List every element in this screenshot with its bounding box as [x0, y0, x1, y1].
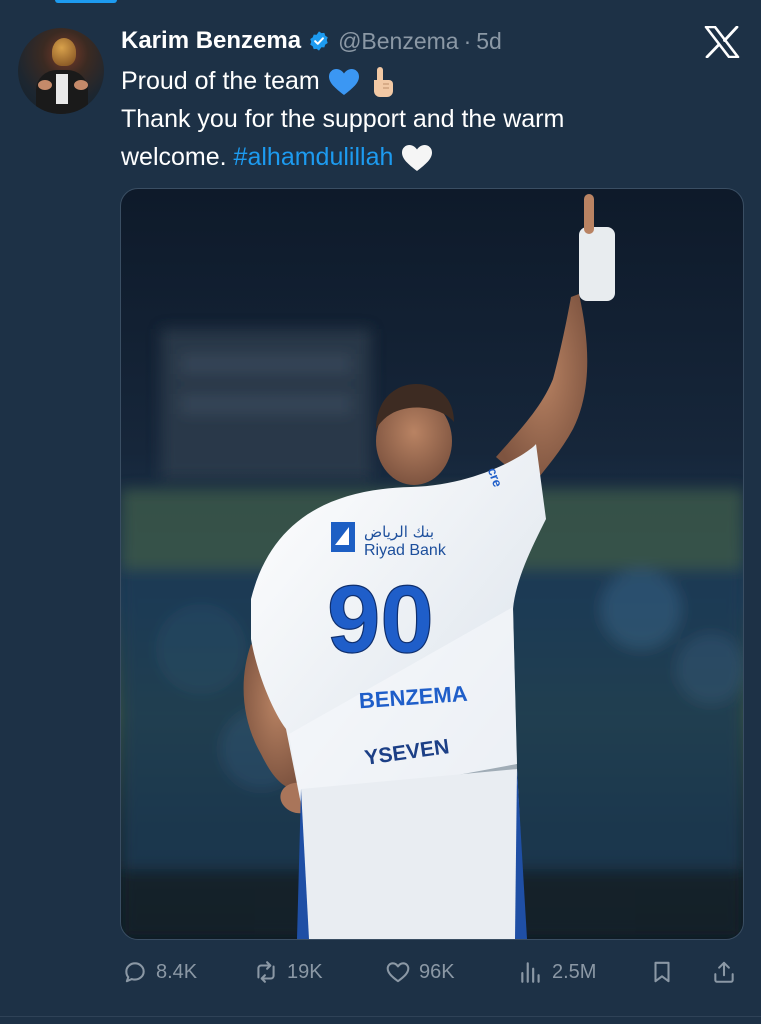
raised-arm — [496, 294, 588, 487]
share-button[interactable] — [711, 950, 737, 994]
repost-count: 19K — [287, 960, 323, 983]
header-separator: · — [463, 27, 472, 54]
sponsor-arabic-text: بنك الرياض — [364, 523, 434, 541]
pointing-up-emoji — [373, 67, 393, 98]
tweet-text-line-3-prefix: welcome. — [121, 143, 234, 171]
wrist-tape — [579, 227, 615, 301]
divider — [0, 1016, 761, 1017]
reply-icon — [125, 962, 145, 983]
tweet-text-line-1: Proud of the team — [121, 62, 721, 100]
bookmark-icon — [654, 961, 670, 983]
player-shorts — [301, 769, 526, 939]
repost-button[interactable]: 19K — [253, 950, 323, 994]
tweet-age[interactable]: 5d — [476, 28, 502, 55]
like-icon — [386, 962, 410, 983]
author-avatar[interactable] — [18, 28, 104, 114]
shirt-number: 90 — [327, 566, 434, 673]
reply-button[interactable]: 8.4K — [122, 950, 197, 994]
photo-scene: بنك الرياض Riyad Bank 90 BENZEMA YSEVEN … — [121, 194, 743, 939]
reply-count: 8.4K — [156, 960, 198, 983]
tweet-photo[interactable]: بنك الرياض Riyad Bank 90 BENZEMA YSEVEN … — [120, 188, 744, 940]
like-button[interactable]: 96K — [385, 950, 455, 994]
blue-heart-emoji — [328, 69, 359, 96]
views-icon — [521, 962, 540, 983]
views-button[interactable]: 2.5M — [518, 950, 596, 994]
share-icon — [714, 961, 734, 983]
top-accent-bar — [55, 0, 117, 3]
raised-finger — [584, 194, 594, 234]
tweet-text-line-1-text: Proud of the team — [121, 67, 320, 95]
avatar-shirt — [56, 74, 68, 104]
tweet-text-line-3: welcome. #alhamdulillah — [121, 138, 721, 176]
repost-icon — [257, 961, 275, 983]
sponsor-text: Riyad Bank — [364, 542, 447, 559]
bookmark-button[interactable] — [649, 950, 675, 994]
hashtag-link[interactable]: #alhamdulillah — [234, 143, 394, 171]
avatar-hand-right — [74, 80, 88, 90]
x-logo-icon[interactable] — [704, 26, 740, 58]
author-name[interactable]: Karim Benzema — [121, 27, 301, 55]
tweet-text: Proud of the team Thank you for the supp… — [121, 62, 721, 176]
avatar-hand-left — [38, 80, 52, 90]
views-count: 2.5M — [552, 960, 597, 983]
tweet-action-bar: 8.4K 19K 96K 2.5M — [0, 950, 761, 994]
like-count: 96K — [419, 960, 455, 983]
avatar-trophy — [52, 38, 76, 66]
tweet-header: Karim Benzema @Benzema · 5d — [121, 26, 502, 56]
author-handle[interactable]: @Benzema — [338, 28, 459, 55]
verified-badge-icon — [310, 31, 328, 51]
white-heart-emoji — [402, 145, 433, 172]
tweet-text-line-2: Thank you for the support and the warm — [121, 105, 565, 133]
